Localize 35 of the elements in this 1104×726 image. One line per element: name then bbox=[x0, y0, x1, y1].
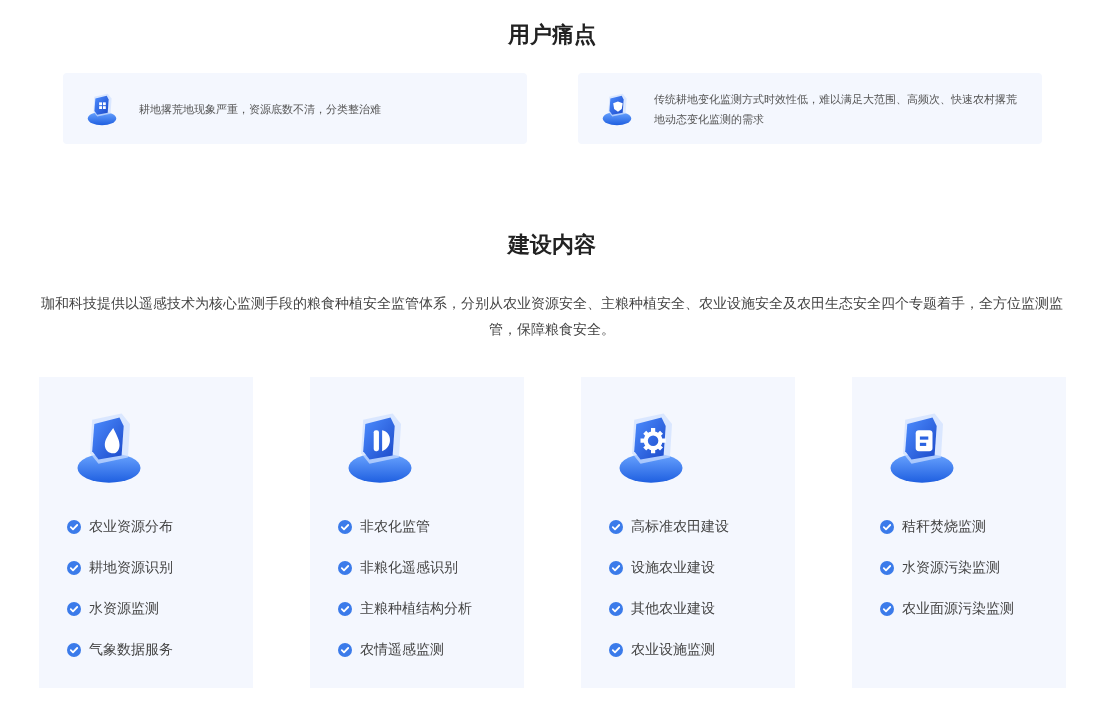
feature-item: 水资源监测 bbox=[88, 599, 159, 618]
section-title: 用户痛点 bbox=[508, 21, 596, 49]
check-circle-icon bbox=[608, 642, 623, 657]
feature-item: 非农化监管 bbox=[359, 517, 430, 536]
feature-item: 秸秆焚烧监测 bbox=[901, 517, 986, 536]
feature-item: 设施农业建设 bbox=[630, 558, 715, 577]
check-circle-icon bbox=[337, 560, 352, 575]
check-circle-icon bbox=[608, 601, 623, 616]
check-circle-icon bbox=[879, 519, 894, 534]
check-circle-icon bbox=[66, 519, 81, 534]
feature-item: 耕地资源识别 bbox=[88, 558, 173, 577]
check-circle-icon bbox=[608, 519, 623, 534]
feature-item: 水资源污染监测 bbox=[901, 558, 1000, 577]
check-circle-icon bbox=[66, 560, 81, 575]
pain-point-text: 传统耕地变化监测方式时效性低，难以满足大范围、高频次、快速农村撂荒地动态变化监测的需求 bbox=[653, 91, 1018, 127]
section-title: 建设内容 bbox=[508, 231, 596, 259]
feature-item: 农业资源分布 bbox=[88, 517, 173, 536]
check-circle-icon bbox=[66, 642, 81, 657]
feature-item: 高标准农田建设 bbox=[630, 517, 729, 536]
check-circle-icon bbox=[337, 601, 352, 616]
check-circle-icon bbox=[337, 519, 352, 534]
check-circle-icon bbox=[608, 560, 623, 575]
check-circle-icon bbox=[337, 642, 352, 657]
feature-item: 主粮种植结构分析 bbox=[359, 599, 472, 618]
feature-item: 气象数据服务 bbox=[88, 640, 173, 659]
feature-item: 非粮化遥感识别 bbox=[359, 558, 458, 577]
feature-item: 农业面源污染监测 bbox=[901, 599, 1014, 618]
check-circle-icon bbox=[66, 601, 81, 616]
feature-item: 其他农业建设 bbox=[630, 599, 715, 618]
feature-item: 农业设施监测 bbox=[630, 640, 715, 659]
pain-point-text: 耕地撂荒地现象严重，资源底数不清，分类整治难 bbox=[138, 101, 381, 117]
check-circle-icon bbox=[879, 560, 894, 575]
feature-item: 农情遥感监测 bbox=[359, 640, 444, 659]
check-circle-icon bbox=[879, 601, 894, 616]
section-description: 珈和科技提供以遥感技术为核心监测手段的粮食种植安全监管体系，分别从农业资源安全、主粮种植安全、农业设施安全及农田生态安全四个专题着手，全方位监测监管，保障粮食安全。 bbox=[40, 295, 1064, 339]
